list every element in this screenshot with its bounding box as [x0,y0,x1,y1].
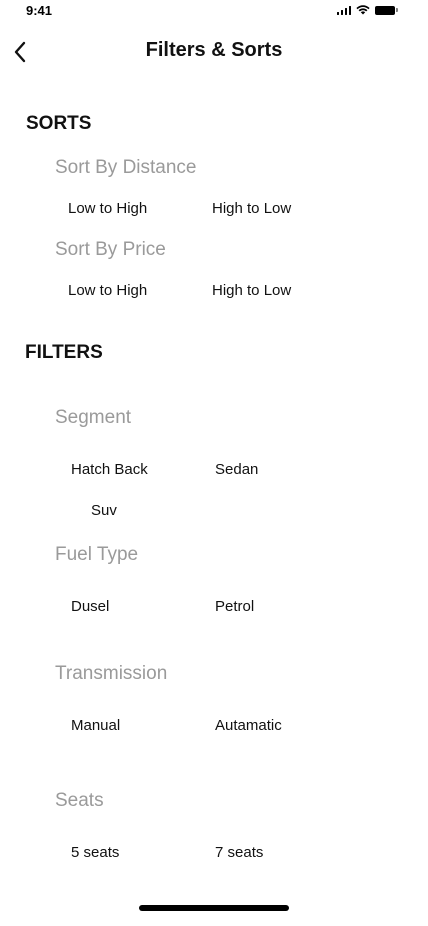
seats-7-option[interactable]: 7 seats [215,844,263,861]
segment-sedan-option[interactable]: Sedan [215,461,258,478]
fuel-diesel-option[interactable]: Dusel [71,598,109,615]
sort-by-price-title: Sort By Price [55,239,166,260]
seats-title: Seats [55,790,104,811]
transmission-manual-option[interactable]: Manual [71,717,120,734]
sort-price-low-to-high-option[interactable]: Low to High [68,282,147,299]
battery-icon [375,5,398,15]
seats-5-option[interactable]: 5 seats [71,844,119,861]
sort-by-distance-title: Sort By Distance [55,157,197,178]
segment-hatch-back-option[interactable]: Hatch Back [71,461,148,478]
transmission-title: Transmission [55,663,168,684]
status-time: 9:41 [26,3,53,18]
sort-distance-high-to-low-option[interactable]: High to Low [212,200,291,217]
status-bar: 9:41 [0,0,428,22]
header: Filters & Sorts [0,34,428,70]
segment-suv-option[interactable]: Suv [91,502,117,519]
page-title: Filters & Sorts [145,39,283,61]
sort-price-high-to-low-option[interactable]: High to Low [212,282,291,299]
segment-title: Segment [55,407,132,428]
wifi-icon [356,5,370,15]
fuel-petrol-option[interactable]: Petrol [215,598,254,615]
home-indicator[interactable] [139,905,289,911]
status-icons [336,5,398,15]
sort-distance-low-to-high-option[interactable]: Low to High [68,200,147,217]
filters-section-title: FILTERS [25,342,103,363]
sorts-section-title: SORTS [26,113,92,134]
fuel-type-title: Fuel Type [55,544,139,565]
cellular-signal-icon [336,5,351,15]
transmission-automatic-option[interactable]: Autamatic [215,717,282,734]
